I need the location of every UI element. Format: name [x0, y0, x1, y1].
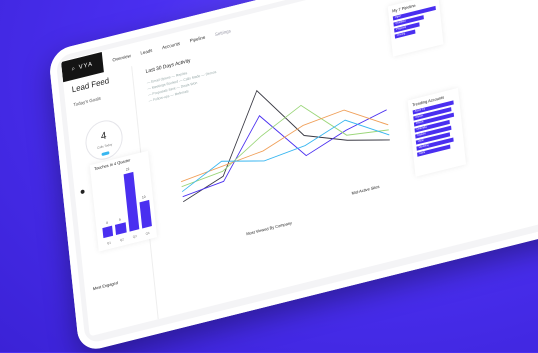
stage: ⌕ VYA Overview Leads Accounts Pipeline S… — [0, 0, 538, 353]
trending-panel: Trending Accounts Acme Co Globex Initech Um… — [407, 87, 467, 177]
bar: 4 — [115, 217, 127, 235]
bar-value-label: 4 — [118, 217, 121, 222]
bullet-icon — [80, 189, 85, 195]
nav-item-settings[interactable]: Settings — [215, 28, 231, 37]
bar-category-label: Q4 — [145, 230, 150, 236]
goal-ring: 4 Calls Today — [83, 116, 125, 164]
search-icon: ⌕ — [71, 65, 77, 73]
horizontal-bar-label: Initech — [415, 120, 424, 126]
bar-chart: 4 4 22 10 — [97, 164, 152, 239]
bar-category-label: Q2 — [119, 237, 125, 243]
activity-series-line — [181, 109, 389, 183]
tablet-device: ⌕ VYA Overview Leads Accounts Pipeline S… — [48, 0, 538, 353]
most-viewed-title: Most Viewed By Company — [246, 220, 293, 237]
nav-item-pipeline[interactable]: Pipeline — [189, 34, 205, 43]
nav-item-overview[interactable]: Overview — [112, 53, 131, 63]
pipeline-panel: My 7 Pipeline Open Qualified Proposal Closi… — [387, 0, 444, 57]
touches-bar-card: Touches In 4 Quarter 4 4 22 10 Q1 Q2 Q3 Q4 — [89, 150, 158, 252]
right-column: My 7 Pipeline Open Qualified Proposal Closi… — [387, 0, 538, 256]
activity-series-line — [182, 109, 387, 198]
goal-progress-arc — [101, 151, 110, 157]
trending-bars: Acme Co Globex Initech Umbrella Soylent Hooli… — [409, 99, 464, 158]
horizontal-bar-label: Stark — [418, 150, 426, 156]
bar: 4 — [102, 220, 114, 239]
horizontal-bar-label: Globex — [415, 114, 424, 120]
bar: 10 — [139, 195, 152, 229]
bar-category-label: Q3 — [132, 234, 137, 239]
bar-value-label: 10 — [141, 194, 146, 200]
nav-item-accounts[interactable]: Accounts — [162, 40, 180, 50]
horizontal-bar-label: Hooli — [417, 138, 424, 144]
bar: 22 — [123, 167, 140, 232]
mid-active-title: Mid-Active Sites — [351, 183, 380, 196]
bar-value-label: 4 — [105, 220, 108, 225]
horizontal-bar-label: Closing — [396, 32, 406, 38]
bar-value-label: 22 — [125, 166, 130, 172]
horizontal-bar-label: Open — [394, 14, 402, 20]
logo-text: VYA — [78, 61, 94, 72]
nav-item-leads[interactable]: Leads — [140, 47, 152, 55]
bar-category-label: Q1 — [106, 240, 112, 246]
activity-series-line — [181, 119, 390, 193]
